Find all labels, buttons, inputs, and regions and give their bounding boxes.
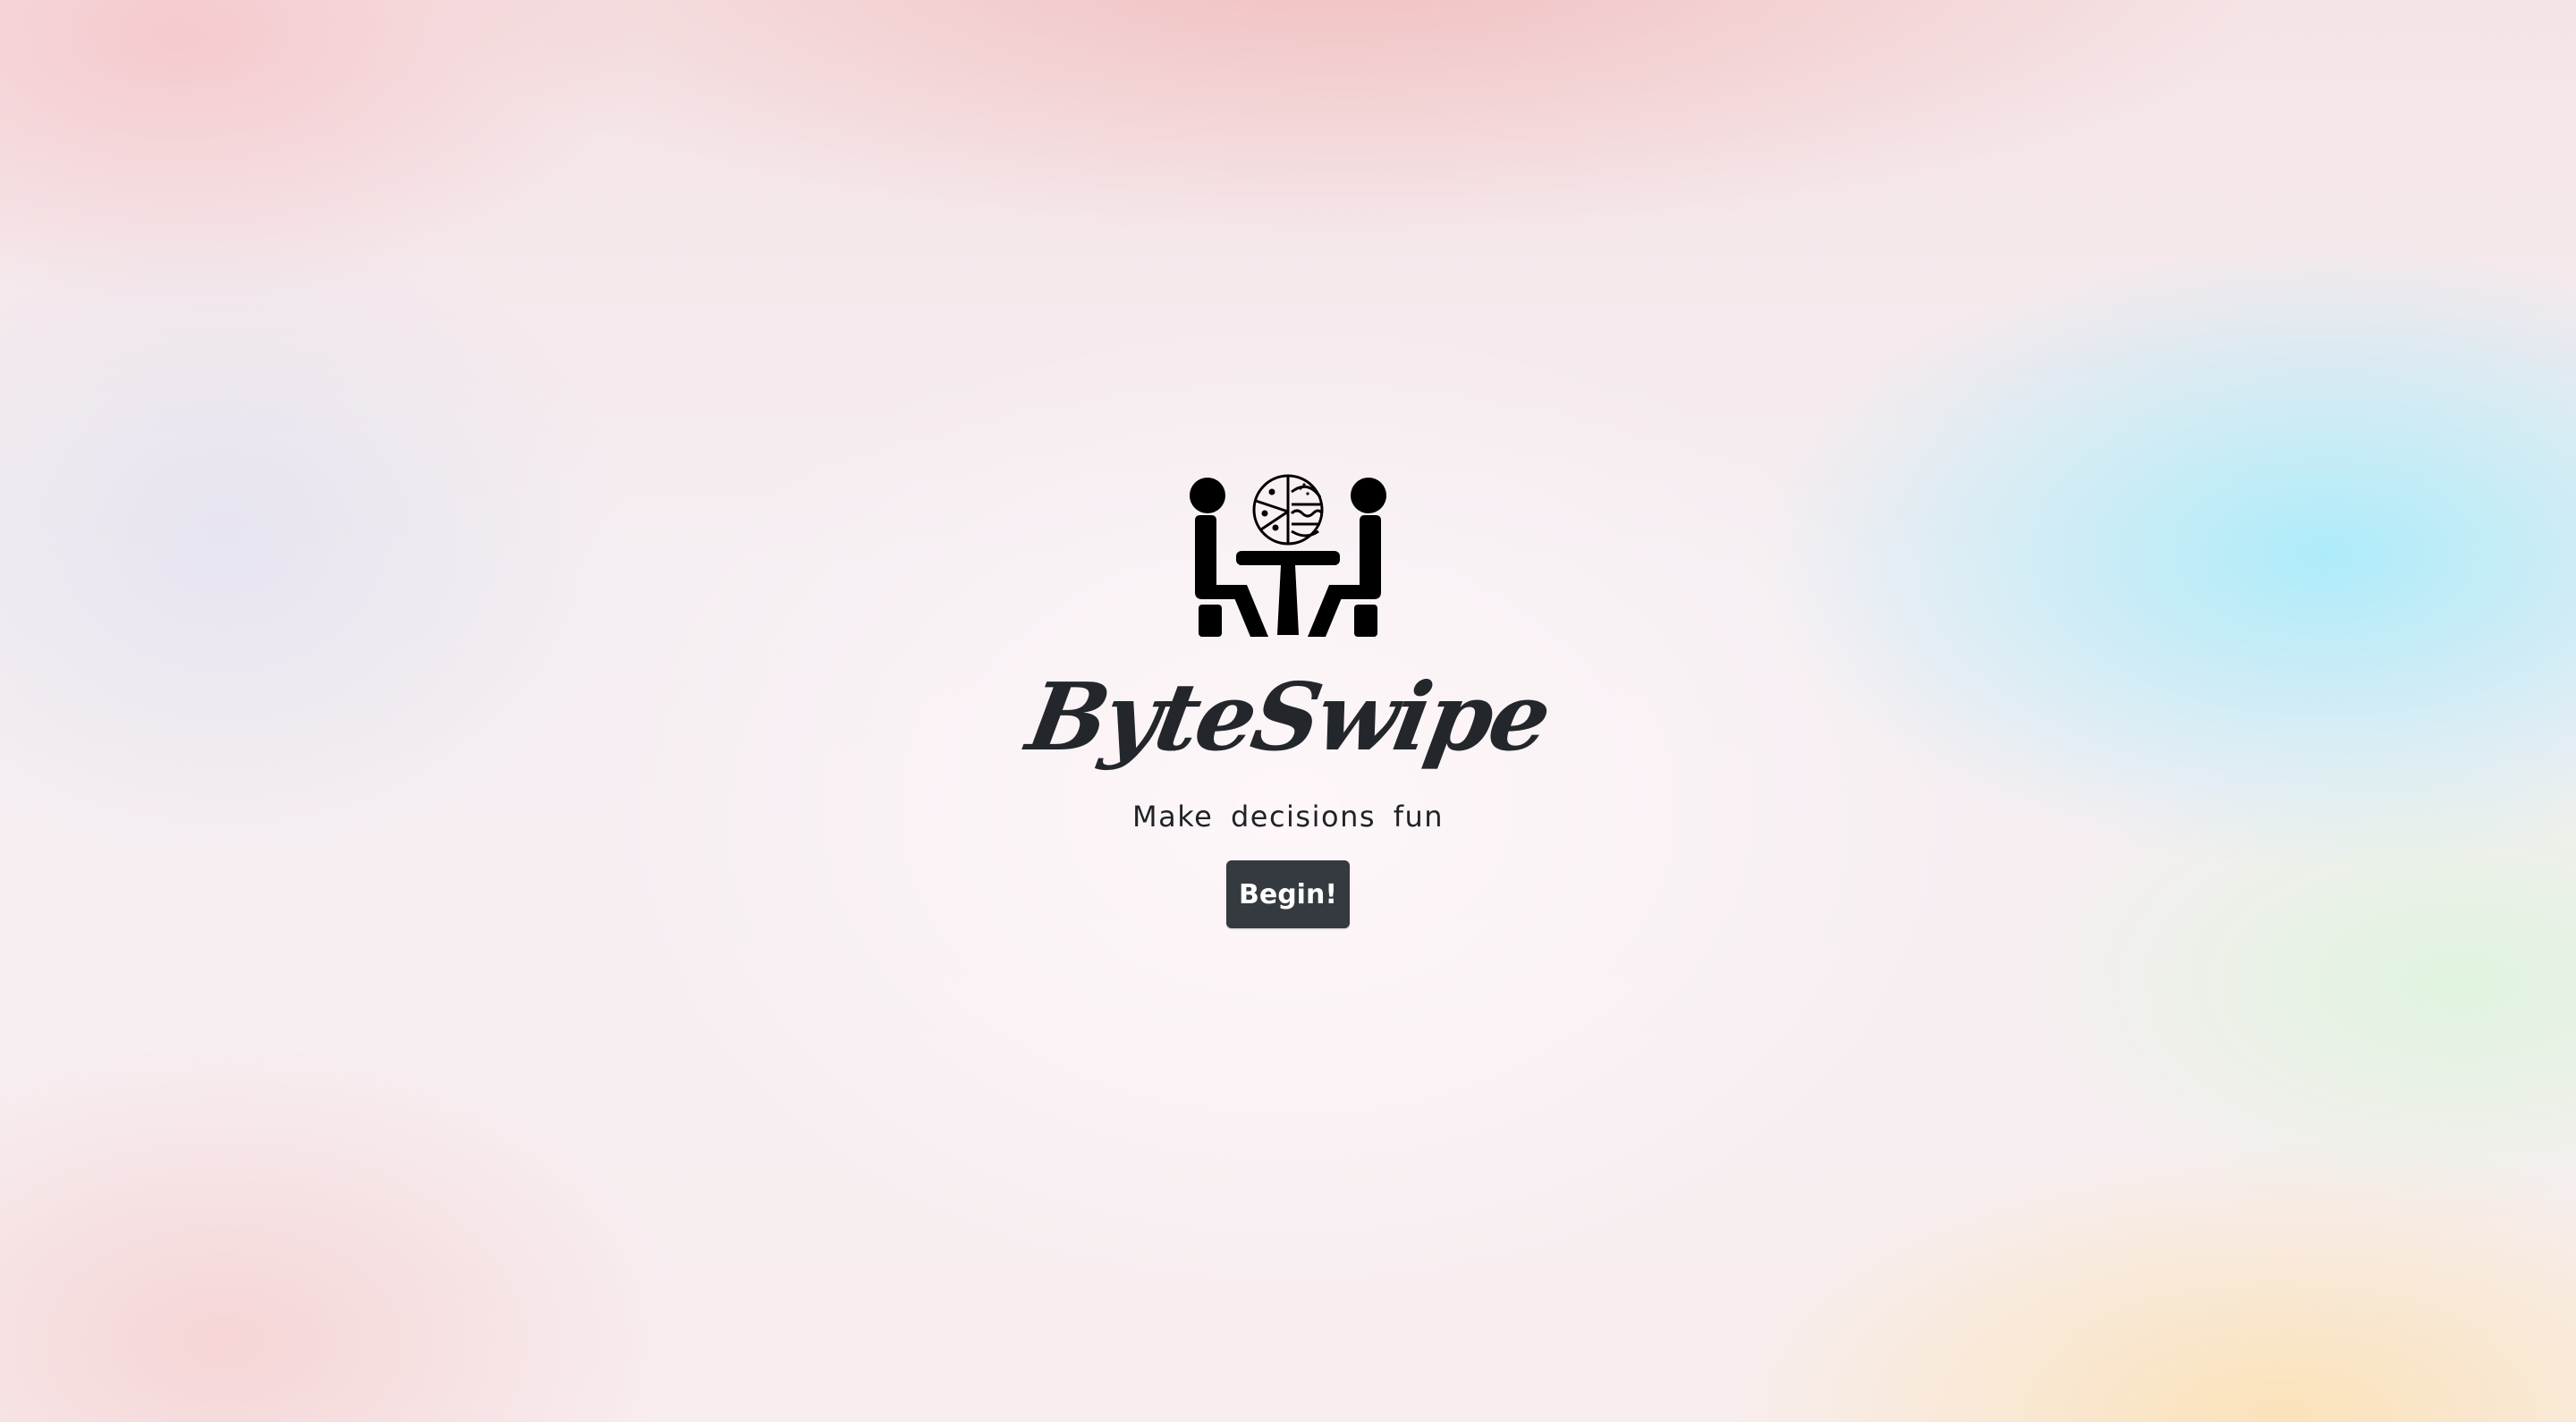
brand-name: ByteSwipe [1019,661,1557,772]
two-people-at-table-with-food-icon [1190,474,1386,637]
begin-button[interactable]: Begin! [1226,860,1350,928]
hero-section: ByteSwipe Make decisions fun Begin! [0,474,2576,928]
brand-wordmark: ByteSwipe [1020,649,1556,783]
tagline: Make decisions fun [1131,800,1445,834]
